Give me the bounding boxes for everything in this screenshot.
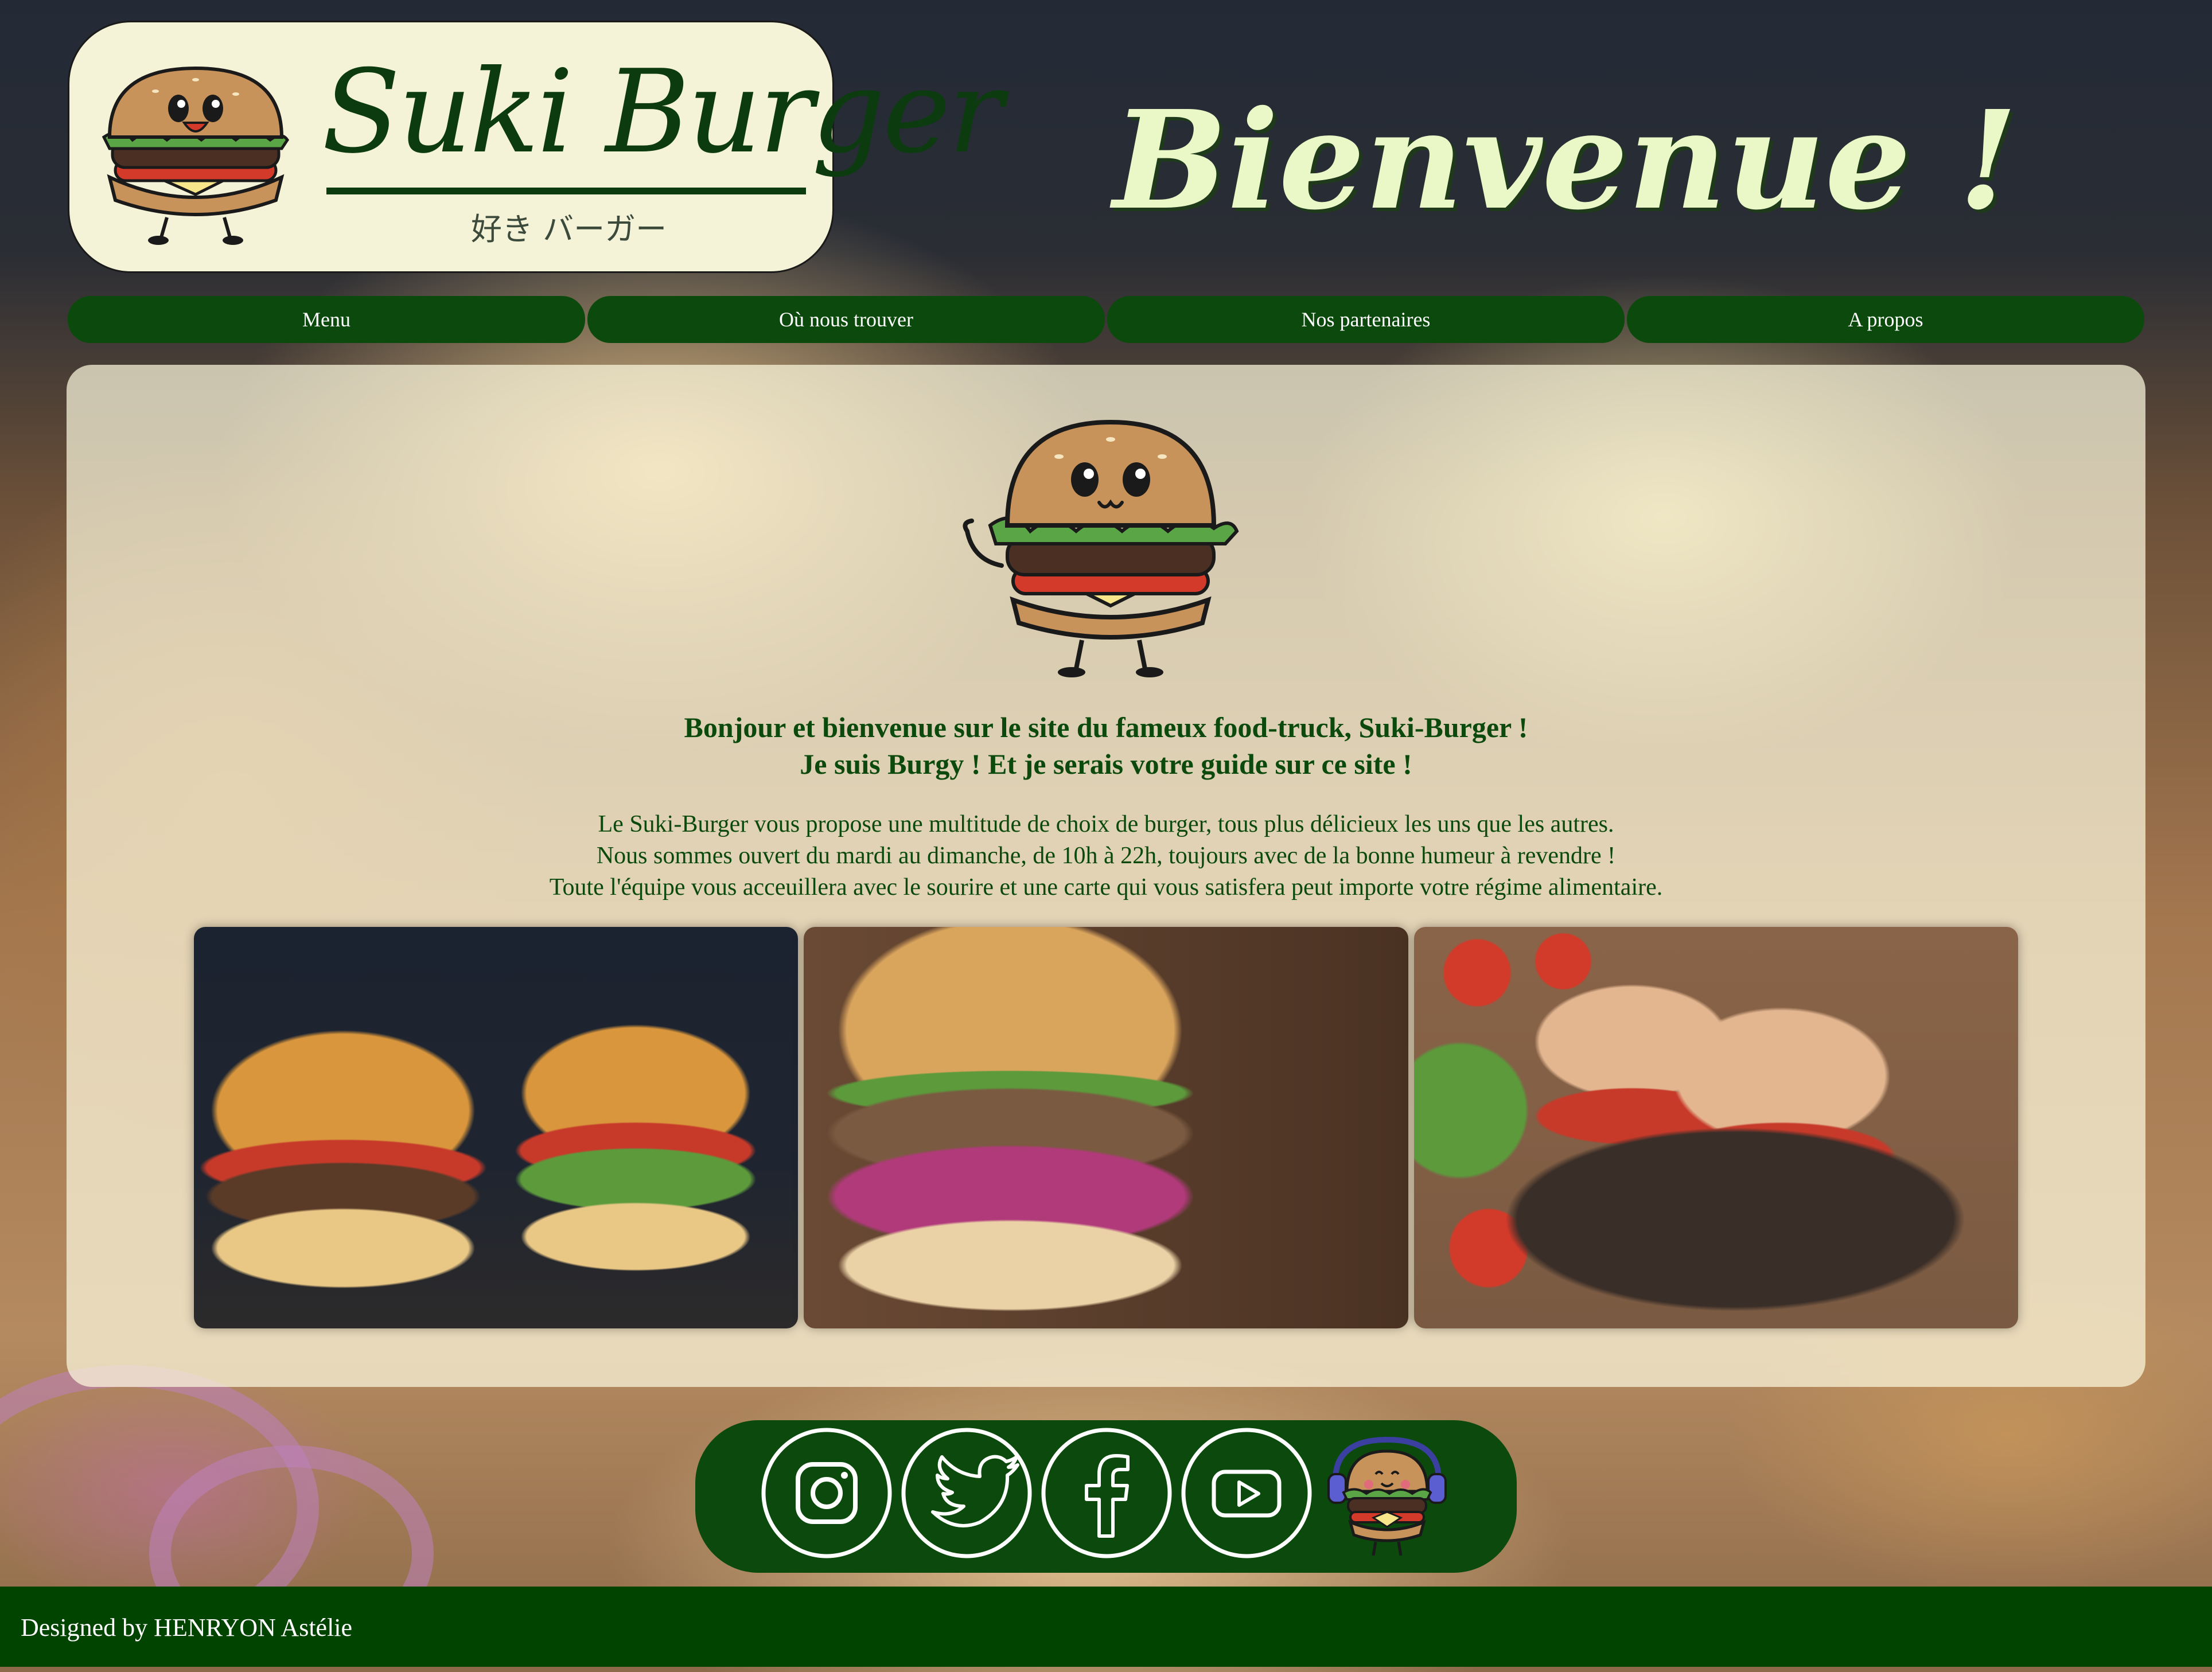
intro-text-line: Nous sommes ouvert du mardi au dimanche,… [596,843,1616,869]
social-links-bar [695,1420,1517,1573]
main-nav: Menu Où nous trouver Nos partenaires A p… [68,296,2144,343]
intro-heading-line: Je suis Burgy ! Et je serais votre guide… [800,748,1412,780]
burger-photo [804,927,1408,1328]
nav-item-location[interactable]: Où nous trouver [587,296,1105,343]
intro-heading: Bonjour et bienvenue sur le site du fame… [67,709,2145,782]
twitter-icon[interactable] [899,1426,1034,1560]
logo-card[interactable]: Suki Burger 好き バーガー [68,21,1003,273]
burgy-mascot-illustration [963,419,1239,677]
brand-underline [326,188,806,194]
headphone-burger-mascot [1327,1436,1447,1556]
youtube-icon[interactable] [1179,1426,1314,1560]
footer-credit: Designed by HENRYON Astélie [21,1613,353,1642]
intro-heading-line: Bonjour et bienvenue sur le site du fame… [684,711,1528,743]
welcome-title: Bienvenue ! [1113,80,2018,240]
page-footer: Designed by HENRYON Astélie [0,1587,2212,1667]
main-content-panel: Bonjour et bienvenue sur le site du fame… [67,365,2145,1387]
burger-photo-gallery [194,927,2018,1328]
intro-text-line: Le Suki-Burger vous propose une multitud… [598,811,1614,837]
nav-item-about[interactable]: A propos [1627,296,2144,343]
burger-photo [1413,927,2018,1328]
burger-photo [194,927,799,1328]
nav-item-menu[interactable]: Menu [68,296,585,343]
nav-item-partners[interactable]: Nos partenaires [1107,296,1625,343]
burger-mascot-logo [102,66,290,245]
intro-text-line: Toute l'équipe vous acceuillera avec le … [549,874,1663,901]
intro-description: Le Suki-Burger vous propose une multitud… [67,809,2145,903]
facebook-icon[interactable] [1039,1426,1174,1560]
instagram-icon[interactable] [760,1426,894,1560]
brand-japanese-subtitle: 好き バーガー [471,211,667,247]
brand-name: Suki Burger [322,45,1003,179]
